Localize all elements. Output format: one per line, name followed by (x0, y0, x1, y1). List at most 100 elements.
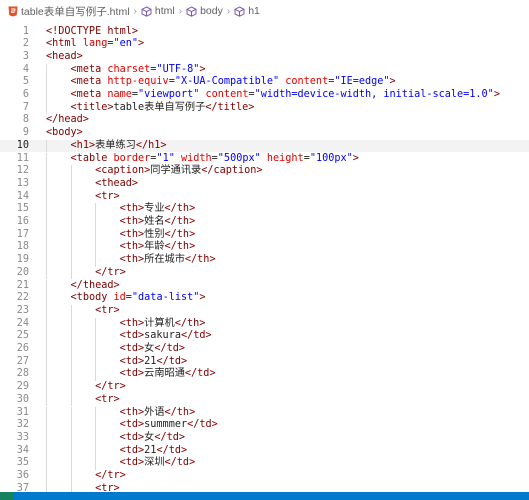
code-line[interactable]: 8 </head> (0, 114, 529, 127)
code-line[interactable]: 23 <tr> (0, 304, 529, 318)
indent-guide (70, 343, 72, 356)
code-line[interactable]: 24 <th>计算机</th> (0, 317, 529, 331)
code-token: <thead> (95, 177, 139, 189)
breadcrumb-item-html[interactable]: html (141, 5, 175, 17)
code-token: <td> (119, 343, 145, 354)
code-line[interactable]: 33 <td>女</td> (0, 431, 529, 445)
line-number: 3 (22, 50, 29, 62)
code-line[interactable]: 31 <th>外语</th> (0, 406, 529, 420)
code-line[interactable]: 4 <meta charset="UTF-8"> (0, 63, 529, 77)
code-text: <tr> (46, 394, 120, 407)
breadcrumb-item-h1[interactable]: h1 (234, 5, 260, 17)
code-token: 21 (144, 444, 157, 456)
indent-guide (46, 177, 47, 191)
code-line[interactable]: 14 <tr> (0, 190, 529, 204)
code-line[interactable]: 26 <td>女</td> (0, 343, 529, 356)
code-line[interactable]: 21 </thead> (0, 279, 529, 293)
indent-guide (95, 355, 97, 369)
code-token: <tbody (70, 292, 114, 304)
code-line[interactable]: 1 <!DOCTYPE html> (0, 26, 529, 39)
line-number: 30 (16, 393, 29, 405)
code-editor[interactable]: 1 <!DOCTYPE html> 2 <html lang="en"> 3 <head>… (0, 22, 529, 492)
code-line[interactable]: 29 </tr> (0, 381, 529, 394)
code-text: </head> (46, 114, 89, 127)
indent-guide (70, 393, 72, 407)
code-line[interactable]: 32 <td>summmer</td> (0, 419, 529, 432)
breadcrumb-file[interactable]: table表单自写例子.html (8, 4, 130, 19)
code-line[interactable]: 22 <tbody id="data-list"> (0, 292, 529, 305)
indent-guide (95, 444, 97, 458)
indent-guide (70, 266, 72, 280)
code-line[interactable]: 36 </tr> (0, 470, 529, 483)
remote-indicator[interactable] (0, 492, 14, 500)
code-line[interactable]: 16 <th>姓名</th> (0, 216, 529, 229)
line-number: 15 (16, 203, 29, 215)
code-line[interactable]: 9 <body> (0, 127, 529, 140)
indent-guide (95, 228, 97, 242)
code-line[interactable]: 18 <th>年龄</th> (0, 241, 529, 255)
indent-guide (46, 279, 47, 293)
code-token: </title> (205, 101, 255, 113)
breadcrumb-label: body (200, 5, 223, 17)
code-line[interactable]: 7 <title>table表单自写例子</title> (0, 101, 529, 115)
breadcrumb-label: html (154, 5, 175, 17)
code-text: <html lang="en"> (46, 38, 144, 51)
code-line[interactable]: 11 <table border="1" width="500px" heigh… (0, 152, 529, 166)
line-number: 2 (22, 38, 29, 50)
code-line[interactable]: 13 <thead> (0, 177, 529, 191)
code-token: <td> (119, 444, 145, 456)
code-line[interactable]: 2 <html lang="en"> (0, 38, 529, 51)
code-token: charset (107, 63, 151, 75)
line-number: 23 (16, 304, 29, 316)
indent-guide (70, 470, 72, 483)
indent-guide (70, 190, 72, 204)
code-line[interactable]: 12 <caption>同学通讯录</caption> (0, 165, 529, 178)
code-line[interactable]: 20 </tr> (0, 266, 529, 280)
indent-guide (70, 406, 72, 420)
code-text: <meta name="viewport" content="width=dev… (46, 89, 500, 102)
line-number: 19 (16, 254, 29, 266)
indent-guide (70, 165, 72, 178)
code-text: <tbody id="data-list"> (46, 292, 206, 305)
indent-guide (70, 457, 72, 470)
code-line[interactable]: 19 <th>所在城市</th> (0, 254, 529, 267)
breadcrumb-item-body[interactable]: body (186, 5, 223, 17)
indent-guide (70, 444, 72, 458)
code-token: <td> (119, 330, 145, 342)
code-line[interactable]: 6 <meta name="viewport" content="width=d… (0, 89, 529, 102)
chevron-right-icon: › (178, 5, 183, 17)
code-line[interactable]: 17 <th>性别</th> (0, 228, 529, 242)
code-line[interactable]: 27 <td>21</td> (0, 355, 529, 369)
indent-guide (95, 241, 97, 255)
code-token: <!DOCTYPE html> (46, 25, 139, 37)
code-line[interactable]: 30 <tr> (0, 393, 529, 407)
indent-guide (70, 381, 72, 394)
code-token: content (205, 89, 249, 100)
code-text: <td>21</td> (46, 444, 188, 458)
code-line[interactable]: 37 <tr> (0, 482, 529, 492)
code-line[interactable]: 3 <head> (0, 51, 529, 64)
indent-guide (46, 266, 47, 280)
indent-guide (70, 304, 72, 318)
code-line[interactable]: 5 <meta http-equiv="X-UA-Compatible" con… (0, 76, 529, 89)
code-line[interactable]: 28 <td>云南昭通</td> (0, 368, 529, 382)
element-cube-icon (141, 5, 152, 17)
code-token: 21 (144, 355, 157, 367)
code-line[interactable]: 34 <td>21</td> (0, 444, 529, 458)
code-line[interactable]: 10 <h1>表单练习</h1> (0, 139, 529, 153)
code-text: <th>姓名</th> (46, 216, 196, 229)
code-token: "100px" (309, 152, 353, 164)
code-token: "width=device-width, initial-scale=1.0" (254, 89, 494, 100)
code-token: </h1> (135, 139, 167, 151)
indent-guide (70, 330, 72, 343)
code-token: <meta (70, 89, 108, 100)
code-token: <td> (119, 355, 145, 367)
code-line[interactable]: 35 <td>深圳</td> (0, 457, 529, 470)
code-line[interactable]: 15 <th>专业</th> (0, 203, 529, 216)
code-line[interactable]: 25 <td>sakura</td> (0, 330, 529, 343)
code-text: <th>年龄</th> (46, 241, 196, 254)
